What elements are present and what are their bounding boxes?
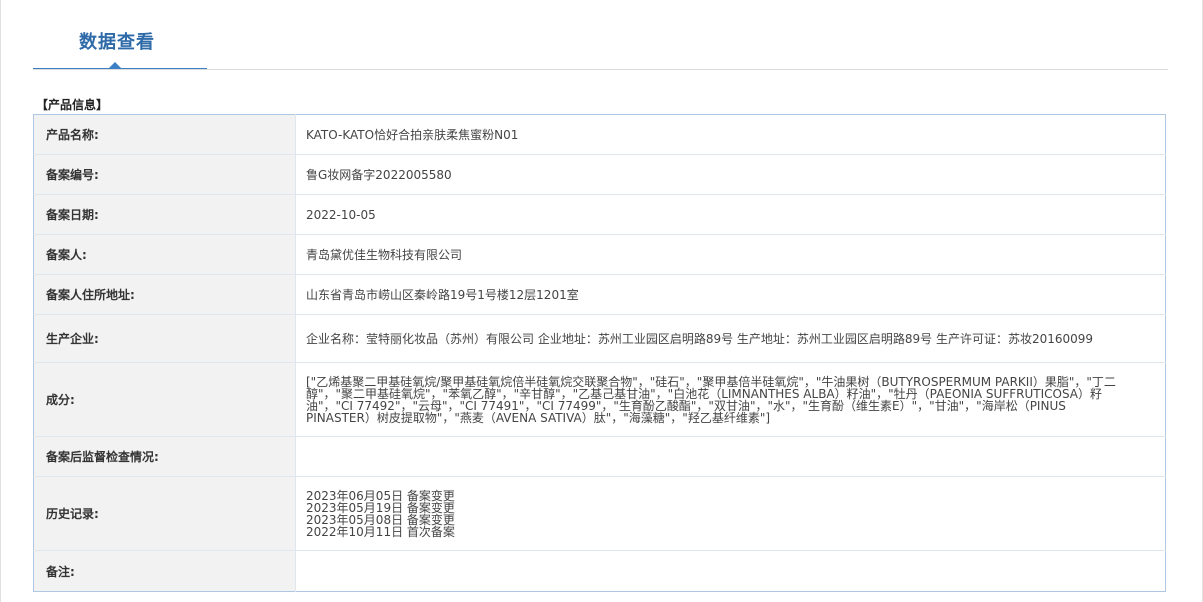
row-label: 备案后监督检查情况: xyxy=(33,436,296,477)
row-label: 历史记录: xyxy=(33,476,296,551)
table-row: 成分: ["乙烯基聚二甲基硅氧烷/聚甲基硅氧烷倍半硅氧烷交联聚合物"，"硅石"，… xyxy=(33,362,1166,437)
section-title: 【产品信息】 xyxy=(36,98,109,112)
table-row: 备案编号: 鲁G妆网备字2022005580 xyxy=(33,154,1166,195)
row-label: 生产企业: xyxy=(33,314,296,363)
tab-bar: 数据查看 xyxy=(33,0,1168,70)
history-entry: 2022年10月11日 首次备案 xyxy=(306,524,455,539)
product-name-value: KATO-KATO恰好合拍亲肤柔焦蜜粉N01 xyxy=(295,114,1166,155)
table-row: 备案人住所地址: 山东省青岛市崂山区秦岭路19号1号楼12层1201室 xyxy=(33,274,1166,315)
record-date-value: 2022-10-05 xyxy=(295,194,1166,235)
ingredients-value: ["乙烯基聚二甲基硅氧烷/聚甲基硅氧烷倍半硅氧烷交联聚合物"，"硅石"，"聚甲基… xyxy=(295,362,1166,437)
product-info-table: 产品名称: KATO-KATO恰好合拍亲肤柔焦蜜粉N01 备案编号: 鲁G妆网备… xyxy=(33,114,1166,592)
table-row: 历史记录: 2023年06月05日 备案变更 2023年05月19日 备案变更 … xyxy=(33,476,1166,551)
remarks-value xyxy=(296,551,1166,592)
manufacturer-value: 企业名称：莹特丽化妆品（苏州）有限公司 企业地址：苏州工业园区启明路89号 生产… xyxy=(295,314,1166,363)
history-entry: 2023年05月08日 备案变更 xyxy=(306,512,455,527)
caret-up-icon xyxy=(109,62,121,68)
row-label: 产品名称: xyxy=(33,114,296,155)
table-row: 备案后监督检查情况: xyxy=(33,436,1166,477)
history-entry: 2023年05月19日 备案变更 xyxy=(306,500,455,515)
record-number-value: 鲁G妆网备字2022005580 xyxy=(295,154,1166,195)
row-label: 备案编号: xyxy=(33,154,296,195)
row-label: 备案日期: xyxy=(33,194,296,235)
history-entry: 2023年06月05日 备案变更 xyxy=(306,488,455,503)
row-label: 备注: xyxy=(33,550,296,592)
page-left-border xyxy=(0,0,1,602)
inspection-value xyxy=(295,436,1166,477)
table-row: 产品名称: KATO-KATO恰好合拍亲肤柔焦蜜粉N01 xyxy=(33,114,1166,155)
table-row: 备案人: 青岛黛优佳生物科技有限公司 xyxy=(33,234,1166,275)
table-row: 备注: xyxy=(33,550,1166,592)
registrant-address-value: 山东省青岛市崂山区秦岭路19号1号楼12层1201室 xyxy=(295,274,1166,315)
registrant-value: 青岛黛优佳生物科技有限公司 xyxy=(295,234,1166,275)
tab-data-view[interactable]: 数据查看 xyxy=(33,0,207,70)
row-label: 备案人: xyxy=(33,234,296,275)
table-row: 生产企业: 企业名称：莹特丽化妆品（苏州）有限公司 企业地址：苏州工业园区启明路… xyxy=(33,314,1166,363)
tab-divider xyxy=(33,69,1168,70)
table-row: 备案日期: 2022-10-05 xyxy=(33,194,1166,235)
tab-label: 数据查看 xyxy=(79,32,155,53)
history-value: 2023年06月05日 备案变更 2023年05月19日 备案变更 2023年0… xyxy=(295,476,1166,551)
row-label: 成分: xyxy=(33,362,296,437)
row-label: 备案人住所地址: xyxy=(33,274,296,315)
